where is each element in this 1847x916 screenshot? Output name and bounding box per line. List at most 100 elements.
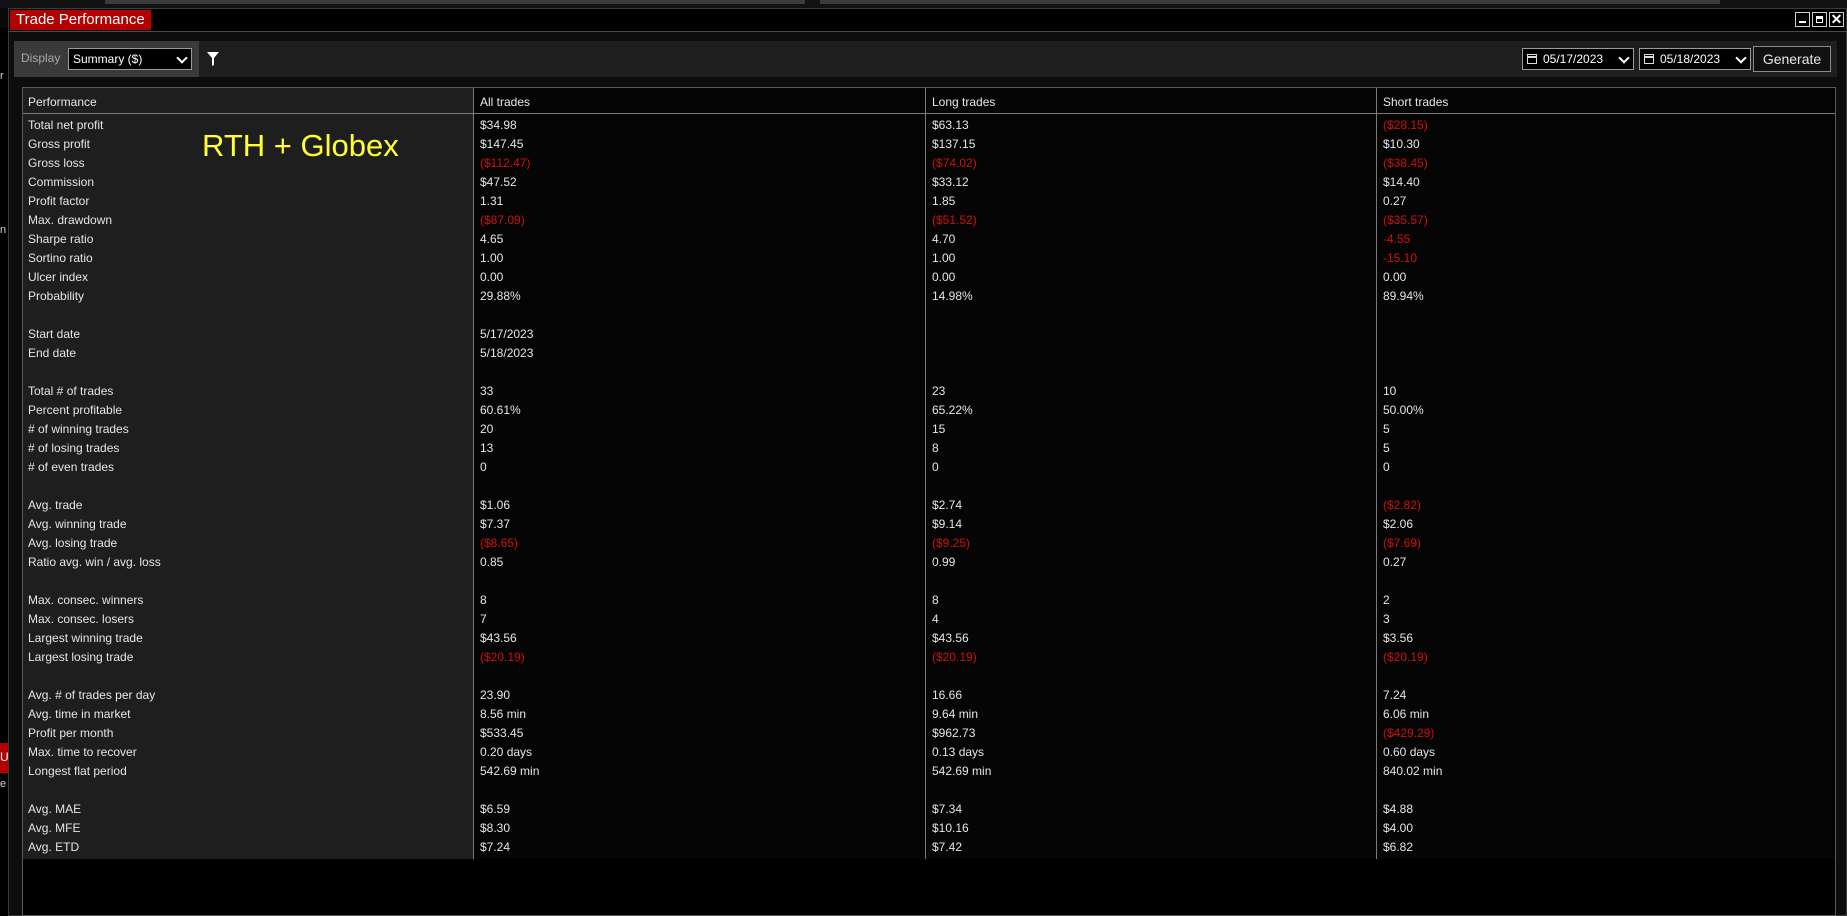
metric-value-long: 0.99: [932, 555, 956, 569]
table-row[interactable]: Sortino ratio 1.00 1.00 -15.10: [23, 249, 1835, 268]
minimize-icon[interactable]: [1795, 12, 1810, 27]
table-row[interactable]: Max. drawdown ($87.09) ($51.52) ($35.57): [23, 211, 1835, 230]
metric-value-short: $14.40: [1383, 175, 1420, 189]
metric-label: Ratio avg. win / avg. loss: [28, 555, 161, 569]
metric-value-all: $6.59: [480, 802, 511, 816]
table-row[interactable]: [23, 667, 1835, 686]
display-group: Display Summary ($): [14, 41, 199, 77]
close-icon[interactable]: ✕: [1829, 12, 1844, 27]
table-row[interactable]: Avg. losing trade ($8.65) ($9.25) ($7.69): [23, 534, 1835, 553]
metric-value-short: 50.00%: [1383, 403, 1424, 417]
table-row[interactable]: Profit factor 1.31 1.85 0.27: [23, 192, 1835, 211]
metric-label: Max. drawdown: [28, 213, 113, 227]
table-row[interactable]: Probability 29.88% 14.98% 89.94%: [23, 287, 1835, 306]
metric-label: Probability: [28, 289, 85, 303]
metric-value-long: $962.73: [932, 726, 976, 740]
table-row[interactable]: Max. consec. winners 8 8 2: [23, 591, 1835, 610]
table-row[interactable]: [23, 363, 1835, 382]
metric-value-short: 0.00: [1383, 270, 1407, 284]
table-row[interactable]: Avg. winning trade $7.37 $9.14 $2.06: [23, 515, 1835, 534]
column-header-performance[interactable]: Performance: [28, 95, 97, 109]
metric-label: Avg. ETD: [28, 840, 80, 854]
table-row[interactable]: Ratio avg. win / avg. loss 0.85 0.99 0.27: [23, 553, 1835, 572]
metric-value-short: 840.02 min: [1383, 764, 1443, 778]
metric-label: Largest winning trade: [28, 631, 143, 645]
metric-label: End date: [28, 346, 77, 360]
table-row[interactable]: Avg. # of trades per day 23.90 16.66 7.24: [23, 686, 1835, 705]
metric-value-long: 14.98%: [932, 289, 973, 303]
start-date-picker[interactable]: 05/17/2023: [1522, 48, 1634, 70]
metric-value-all: 8: [480, 593, 487, 607]
metric-value-all: $43.56: [480, 631, 517, 645]
table-row[interactable]: Avg. MFE $8.30 $10.16 $4.00: [23, 819, 1835, 838]
metric-value-short: $6.82: [1383, 840, 1414, 854]
metric-value-long: $9.14: [932, 517, 963, 531]
table-row[interactable]: Largest winning trade $43.56 $43.56 $3.56: [23, 629, 1835, 648]
window-content: Display Summary ($) 05/17/2023 05/18/202…: [9, 31, 1846, 916]
table-row[interactable]: Start date 5/17/2023: [23, 325, 1835, 344]
table-row[interactable]: Avg. MAE $6.59 $7.34 $4.88: [23, 800, 1835, 819]
maximize-icon[interactable]: [1812, 12, 1827, 27]
metric-value-long: $2.74: [932, 498, 963, 512]
metric-value-long: 0: [932, 460, 939, 474]
table-row[interactable]: Avg. trade $1.06 $2.74 ($2.82): [23, 496, 1835, 515]
left-edge-tab[interactable]: U: [0, 743, 9, 773]
metric-value-short: $4.88: [1383, 802, 1414, 816]
metric-label: Max. time to recover: [28, 745, 137, 759]
table-row[interactable]: Sharpe ratio 4.65 4.70 -4.55: [23, 230, 1835, 249]
left-edge-char: e: [0, 778, 7, 790]
column-header-short-trades[interactable]: Short trades: [1383, 95, 1448, 109]
metric-value-long: ($20.19): [932, 650, 977, 664]
metric-label: Total net profit: [28, 118, 104, 132]
metric-value-short: ($2.82): [1383, 498, 1422, 512]
metric-value-long: ($9.25): [932, 536, 971, 550]
title-bar[interactable]: Trade Performance ✕: [9, 9, 1846, 31]
table-row[interactable]: Total # of trades 33 23 10: [23, 382, 1835, 401]
table-row[interactable]: Max. time to recover 0.20 days 0.13 days 0.…: [23, 743, 1835, 762]
table-row[interactable]: Avg. ETD $7.24 $7.42 $6.82: [23, 838, 1835, 857]
table-row[interactable]: [23, 572, 1835, 591]
metric-value-short: 0: [1383, 460, 1390, 474]
metric-label: Profit factor: [28, 194, 90, 208]
table-row[interactable]: # of losing trades 13 8 5: [23, 439, 1835, 458]
table-row[interactable]: Avg. time in market 8.56 min 9.64 min 6.06 …: [23, 705, 1835, 724]
metric-value-long: $10.16: [932, 821, 969, 835]
table-row[interactable]: [23, 306, 1835, 325]
metric-value-long: $63.13: [932, 118, 969, 132]
table-row[interactable]: End date 5/18/2023: [23, 344, 1835, 363]
table-row[interactable]: # of winning trades 20 15 5: [23, 420, 1835, 439]
table-row[interactable]: [23, 781, 1835, 800]
metric-value-all: 542.69 min: [480, 764, 540, 778]
table-row[interactable]: Profit per month $533.45 $962.73 ($429.29): [23, 724, 1835, 743]
metric-value-all: 60.61%: [480, 403, 521, 417]
metric-value-long: 16.66: [932, 688, 963, 702]
table-row[interactable]: Ulcer index 0.00 0.00 0.00: [23, 268, 1835, 287]
top-strip-segment: [105, 0, 805, 4]
table-row[interactable]: Commission $47.52 $33.12 $14.40: [23, 173, 1835, 192]
table-row[interactable]: # of even trades 0 0 0: [23, 458, 1835, 477]
metric-value-all: ($8.65): [480, 536, 519, 550]
metric-value-short: 89.94%: [1383, 289, 1424, 303]
metric-value-long: 15: [932, 422, 946, 436]
table-row[interactable]: Longest flat period 542.69 min 542.69 min 8…: [23, 762, 1835, 781]
metric-value-long: 4.70: [932, 232, 956, 246]
metric-label: # of even trades: [28, 460, 115, 474]
generate-button[interactable]: Generate: [1753, 46, 1831, 72]
table-row[interactable]: Max. consec. losers 7 4 3: [23, 610, 1835, 629]
end-date-value: 05/18/2023: [1660, 52, 1721, 66]
metric-value-all: 33: [480, 384, 494, 398]
table-row[interactable]: [23, 477, 1835, 496]
left-edge-char: n: [0, 224, 7, 236]
metric-value-short: ($20.19): [1383, 650, 1428, 664]
table-row[interactable]: Largest losing trade ($20.19) ($20.19) ($20…: [23, 648, 1835, 667]
table-row[interactable]: Percent profitable 60.61% 65.22% 50.00%: [23, 401, 1835, 420]
metric-label: Avg. MAE: [28, 802, 82, 816]
column-header-long-trades[interactable]: Long trades: [932, 95, 995, 109]
filter-icon[interactable]: [206, 51, 220, 67]
end-date-picker[interactable]: 05/18/2023: [1639, 48, 1751, 70]
calendar-icon: [1644, 54, 1654, 64]
metric-value-short: 5: [1383, 422, 1390, 436]
display-select[interactable]: Summary ($): [68, 48, 192, 70]
metric-value-all: 0: [480, 460, 487, 474]
column-header-all-trades[interactable]: All trades: [480, 95, 530, 109]
